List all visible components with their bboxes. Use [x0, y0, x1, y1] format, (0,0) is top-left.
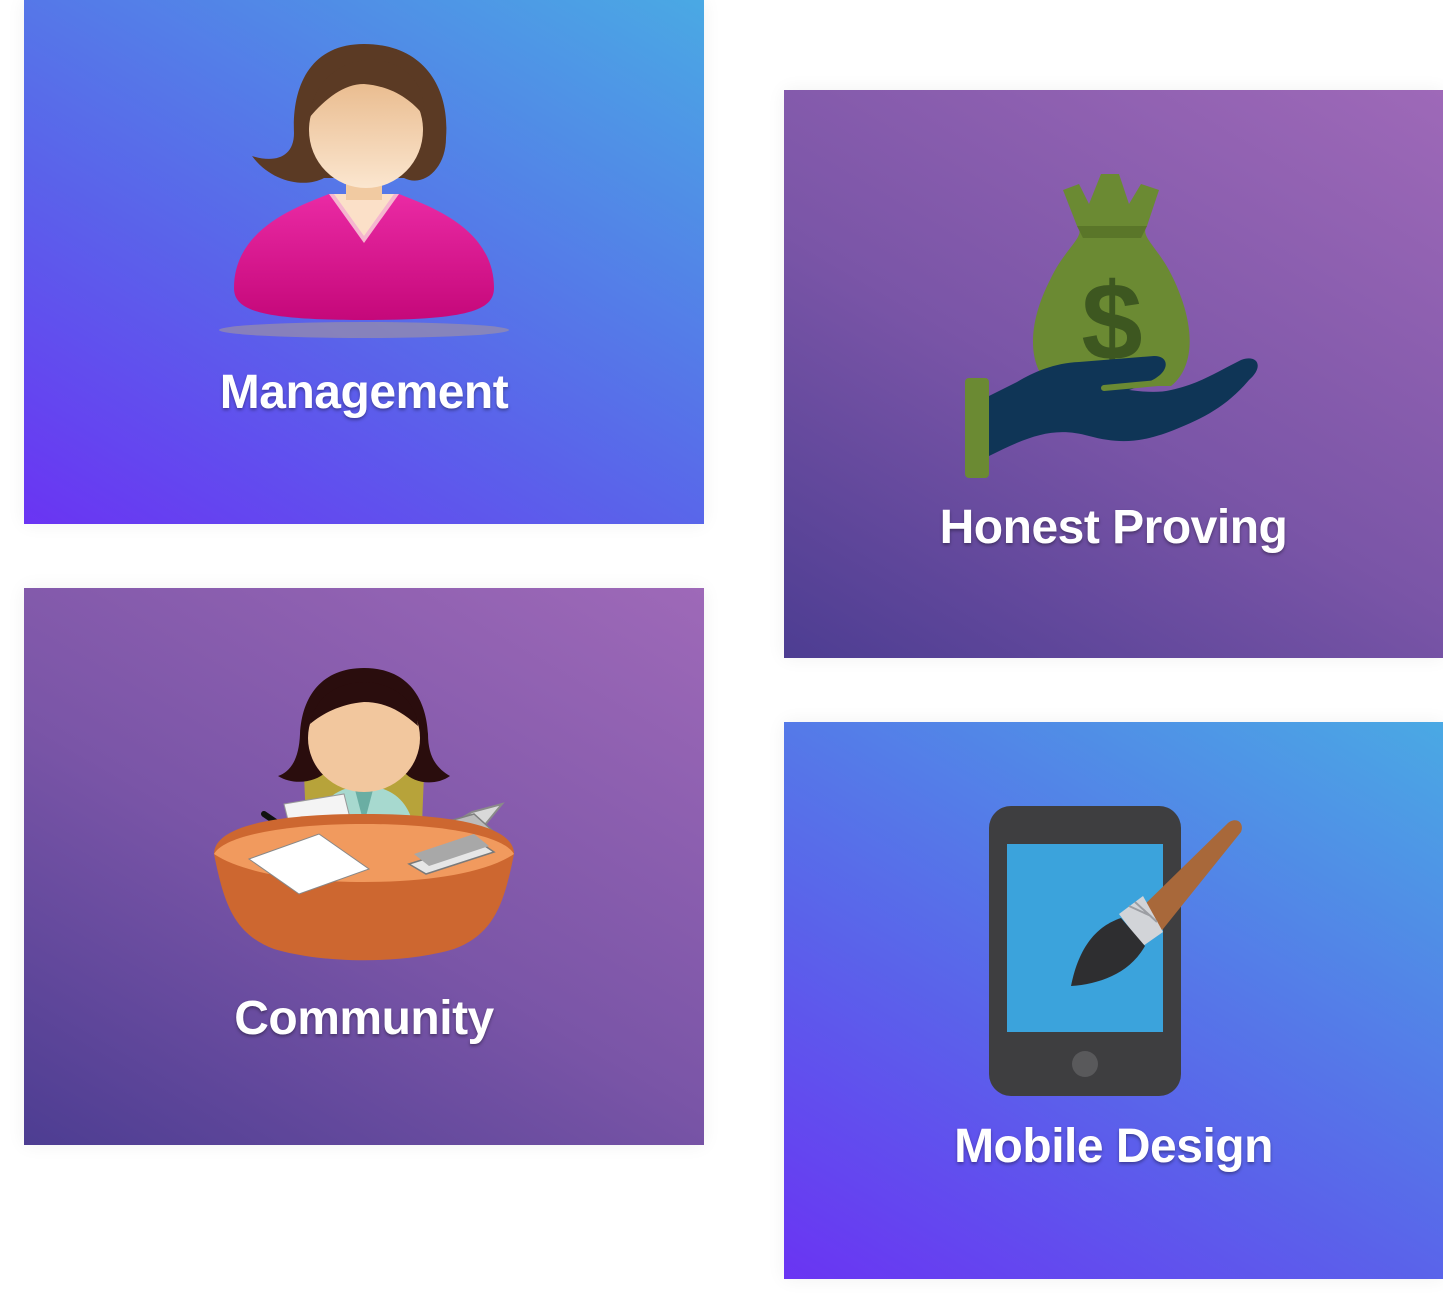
feature-grid: Management $ Honest Proving Community Mo… [0, 0, 1443, 1293]
card-community[interactable]: Community [24, 588, 704, 1145]
card-label: Community [234, 992, 494, 1045]
money-bag-hand-icon: $ [964, 174, 1258, 478]
card-management[interactable]: Management [24, 0, 704, 524]
woman-at-desk-icon [214, 668, 514, 961]
phone-paintbrush-icon [988, 806, 1242, 1096]
card-mobile-design[interactable]: Mobile Design [784, 722, 1443, 1279]
woman-avatar-icon [219, 44, 509, 338]
card-label: Honest Proving [939, 501, 1288, 554]
card-label: Mobile Design [954, 1120, 1273, 1173]
card-label: Management [219, 366, 509, 419]
card-honest-proving[interactable]: $ Honest Proving [784, 90, 1443, 658]
